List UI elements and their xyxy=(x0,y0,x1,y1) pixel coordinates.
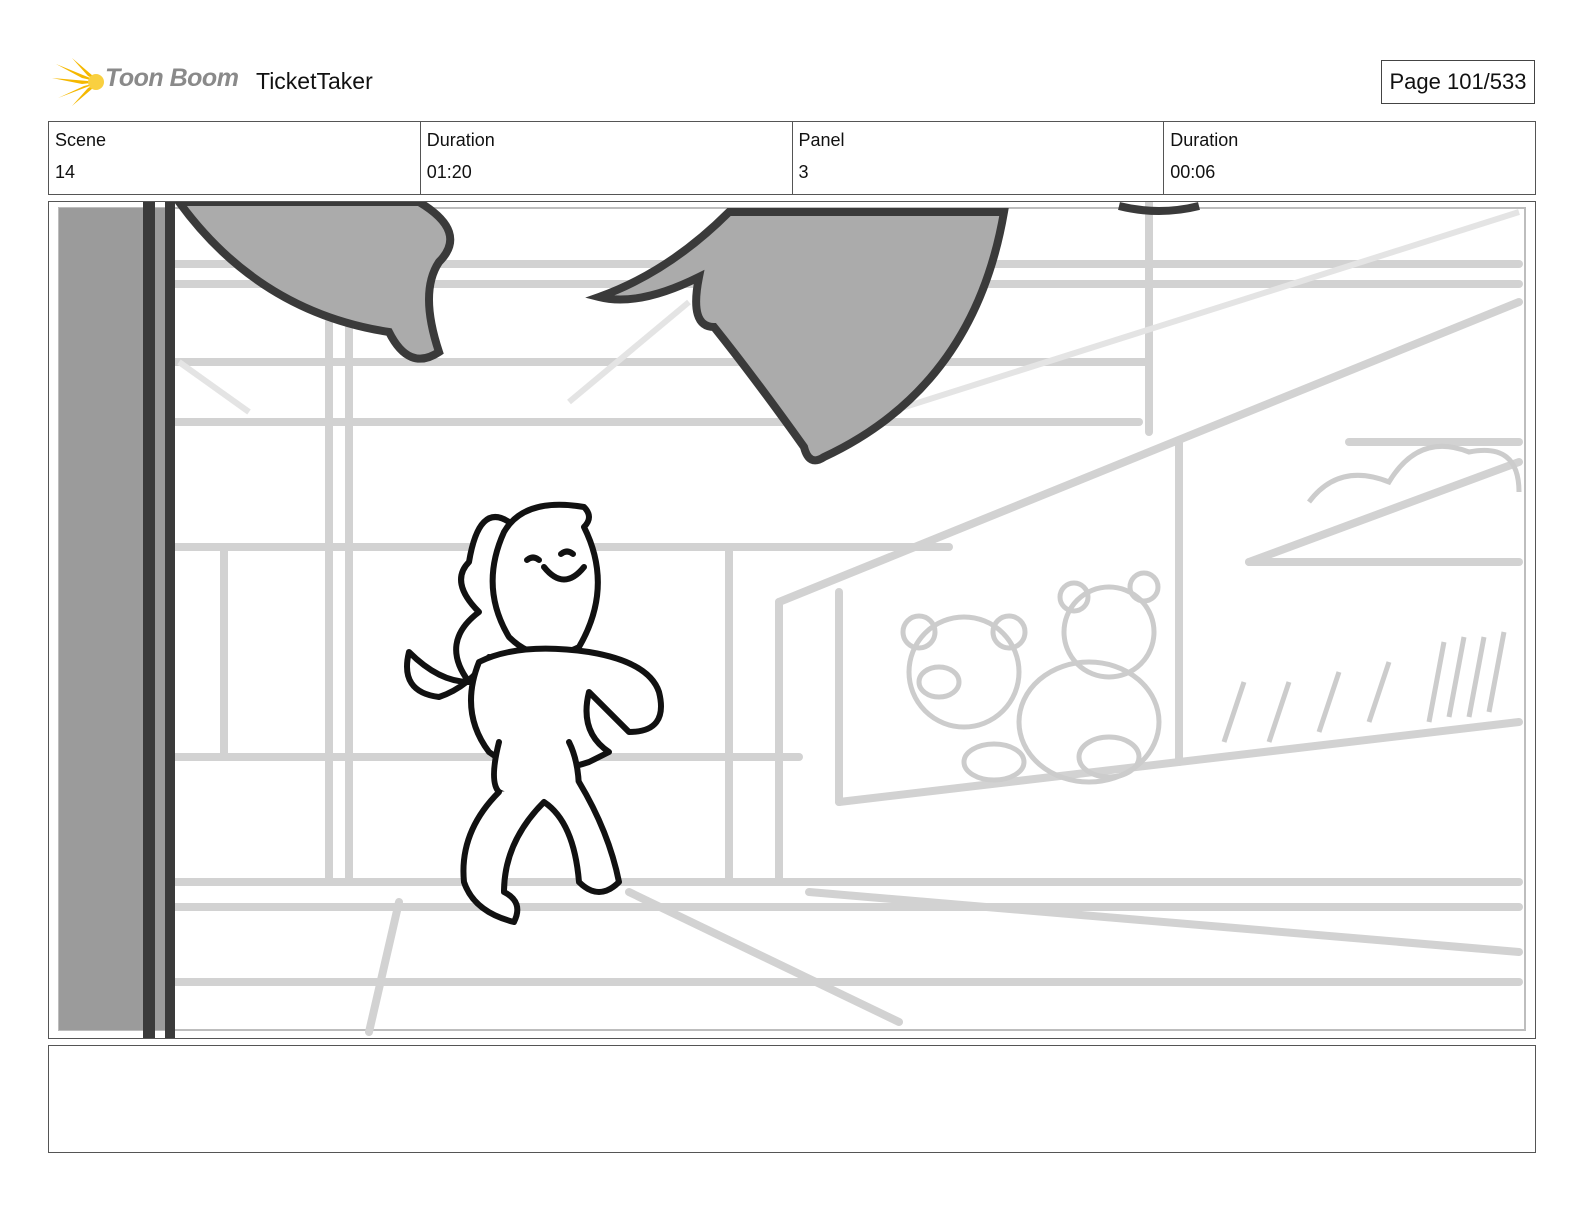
panel-info-table: Scene 14 Duration 01:20 Panel 3 Duration… xyxy=(48,121,1536,195)
page-indicator: Page 101/533 xyxy=(1381,60,1535,104)
scene-cell: Scene 14 xyxy=(49,122,421,194)
scene-label: Scene xyxy=(55,130,107,150)
scene-duration-value: 01:20 xyxy=(426,162,472,182)
panel-cell: Panel 3 xyxy=(793,122,1165,194)
panel-notes xyxy=(48,1045,1536,1153)
storyboard-panel xyxy=(48,201,1536,1039)
panel-duration-label: Duration xyxy=(1170,130,1239,150)
scene-value: 14 xyxy=(55,162,76,182)
scene-duration-cell: Duration 01:20 xyxy=(421,122,793,194)
panel-duration-cell: Duration 00:06 xyxy=(1164,122,1535,194)
panel-label: Panel xyxy=(798,130,845,150)
panel-value: 3 xyxy=(798,162,809,182)
storyboard-sketch xyxy=(58,202,1526,1038)
panel-duration-value: 00:06 xyxy=(1170,162,1216,182)
scene-duration-label: Duration xyxy=(426,130,495,150)
logo-text: Toon Boom xyxy=(105,64,239,92)
project-title: TicketTaker xyxy=(256,68,373,94)
